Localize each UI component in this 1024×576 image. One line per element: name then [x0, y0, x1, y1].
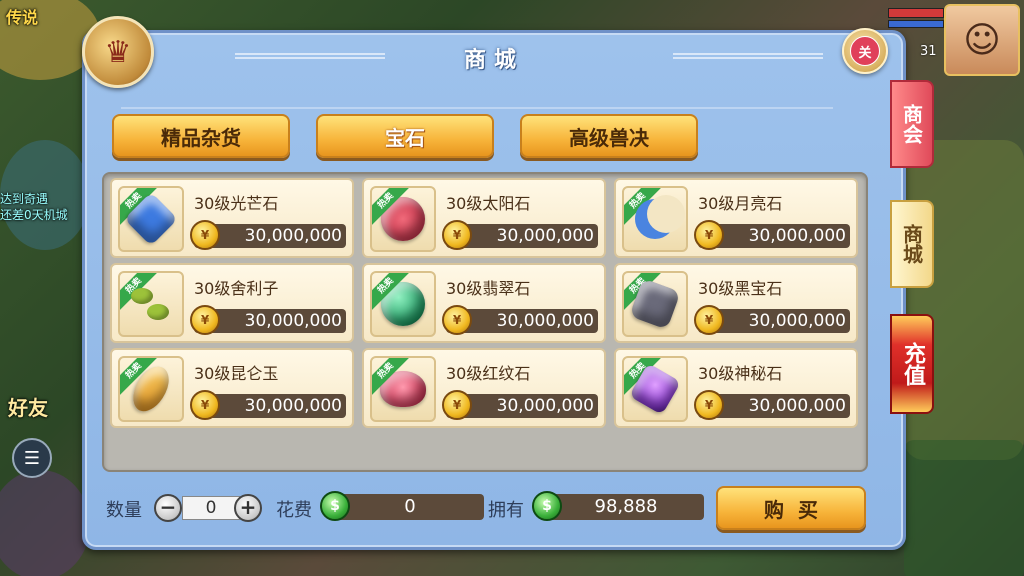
avatar-face-icon: ☺ [963, 19, 1001, 61]
chat-button[interactable]: ☰ [12, 438, 52, 478]
item-price: 30,000,000 [244, 396, 342, 416]
item-name: 30级神秘石 [698, 364, 783, 383]
own-label: 拥有 [488, 500, 524, 521]
player-avatar[interactable]: ☺ [944, 4, 1020, 76]
side-tab-guild[interactable]: 商会 [890, 80, 934, 168]
coin-icon: ¥ [190, 305, 220, 335]
tab-beast-skills[interactable]: 高级兽决 [520, 114, 698, 158]
coin-icon: ¥ [190, 390, 220, 420]
item-card[interactable]: 热卖 30级昆仑玉 ¥ 30,000,000 [110, 348, 354, 428]
item-card[interactable]: 热卖 30级神秘石 ¥ 30,000,000 [614, 348, 858, 428]
item-card[interactable]: 热卖 30级翡翠石 ¥ 30,000,000 [362, 263, 606, 343]
item-card[interactable]: 热卖 30级月亮石 ¥ 30,000,000 [614, 178, 858, 258]
dialog-title: 商城 [463, 48, 524, 73]
item-price: 30,000,000 [244, 226, 342, 246]
title-bar: 商城 [85, 33, 903, 83]
item-price: 30,000,000 [496, 311, 594, 331]
currency-icon: $ [320, 491, 350, 521]
item-card[interactable]: 热卖 30级红纹石 ¥ 30,000,000 [362, 348, 606, 428]
own-value: 98,888 [548, 494, 704, 520]
side-tab-recharge[interactable]: 充值 [890, 314, 934, 414]
close-icon: 关 [850, 36, 880, 66]
coin-icon: ¥ [694, 305, 724, 335]
item-card[interactable]: 热卖 30级舍利子 ¥ 30,000,000 [110, 263, 354, 343]
cost-label: 花费 [276, 500, 312, 521]
buy-button[interactable]: 购买 [716, 486, 866, 530]
quest-tracker-line[interactable]: 达到奇遇 [0, 190, 48, 207]
quest-tracker-line[interactable]: 还差0天机城 [0, 206, 68, 223]
item-icon-frame: 热卖 [370, 356, 436, 422]
item-icon-frame: 热卖 [118, 186, 184, 252]
tab-gems[interactable]: 宝石 [316, 114, 494, 158]
item-name: 30级光芒石 [194, 194, 279, 213]
tab-general-goods[interactable]: 精品杂货 [112, 114, 290, 158]
coin-icon: ¥ [190, 220, 220, 250]
quantity-minus-button[interactable]: − [154, 494, 182, 522]
item-price: 30,000,000 [748, 226, 846, 246]
item-name: 30级黑宝石 [698, 279, 783, 298]
player-level: 31 [920, 44, 937, 59]
world-backdrop [904, 440, 1024, 576]
quantity-input[interactable]: 0 [182, 496, 240, 520]
item-name: 30级太阳石 [446, 194, 531, 213]
item-icon-frame: 热卖 [370, 271, 436, 337]
item-price: 30,000,000 [496, 226, 594, 246]
chat-bubble-icon: ☰ [23, 447, 41, 469]
coin-icon: ¥ [694, 220, 724, 250]
coin-icon: ¥ [442, 220, 472, 250]
item-name: 30级红纹石 [446, 364, 531, 383]
cost-value: 0 [336, 494, 484, 520]
close-button[interactable]: 关 [842, 28, 888, 74]
item-price: 30,000,000 [496, 396, 594, 416]
title-divider [121, 107, 833, 109]
hud-title-text: 传说 [6, 8, 39, 27]
currency-icon: $ [532, 491, 562, 521]
item-icon-frame: 热卖 [622, 271, 688, 337]
quantity-label: 数量 [106, 500, 142, 521]
item-icon-frame: 热卖 [118, 271, 184, 337]
horse-chariot-icon: ♛ [82, 16, 154, 88]
item-icon-frame: 热卖 [370, 186, 436, 252]
item-price: 30,000,000 [748, 311, 846, 331]
item-name: 30级昆仑玉 [194, 364, 279, 383]
item-icon-frame: 热卖 [622, 356, 688, 422]
item-name: 30级舍利子 [194, 279, 279, 298]
coin-icon: ¥ [442, 390, 472, 420]
item-price: 30,000,000 [748, 396, 846, 416]
yueliang-gem-icon [633, 195, 685, 241]
item-card[interactable]: 热卖 30级黑宝石 ¥ 30,000,000 [614, 263, 858, 343]
coin-icon: ¥ [442, 305, 472, 335]
item-icon-frame: 热卖 [622, 186, 688, 252]
sheli-gem-icon [129, 282, 173, 326]
item-price: 30,000,000 [244, 311, 342, 331]
item-name: 30级月亮石 [698, 194, 783, 213]
item-name: 30级翡翠石 [446, 279, 531, 298]
side-tab-shop[interactable]: 商城 [890, 200, 934, 288]
item-card[interactable]: 热卖 30级太阳石 ¥ 30,000,000 [362, 178, 606, 258]
coin-icon: ¥ [694, 390, 724, 420]
item-icon-frame: 热卖 [118, 356, 184, 422]
quantity-plus-button[interactable]: + [234, 494, 262, 522]
friends-button[interactable]: 好友 [8, 392, 48, 421]
mp-bar [888, 20, 944, 28]
hp-bar [888, 8, 944, 18]
item-card[interactable]: 热卖 30级光芒石 ¥ 30,000,000 [110, 178, 354, 258]
world-backdrop [0, 470, 90, 576]
